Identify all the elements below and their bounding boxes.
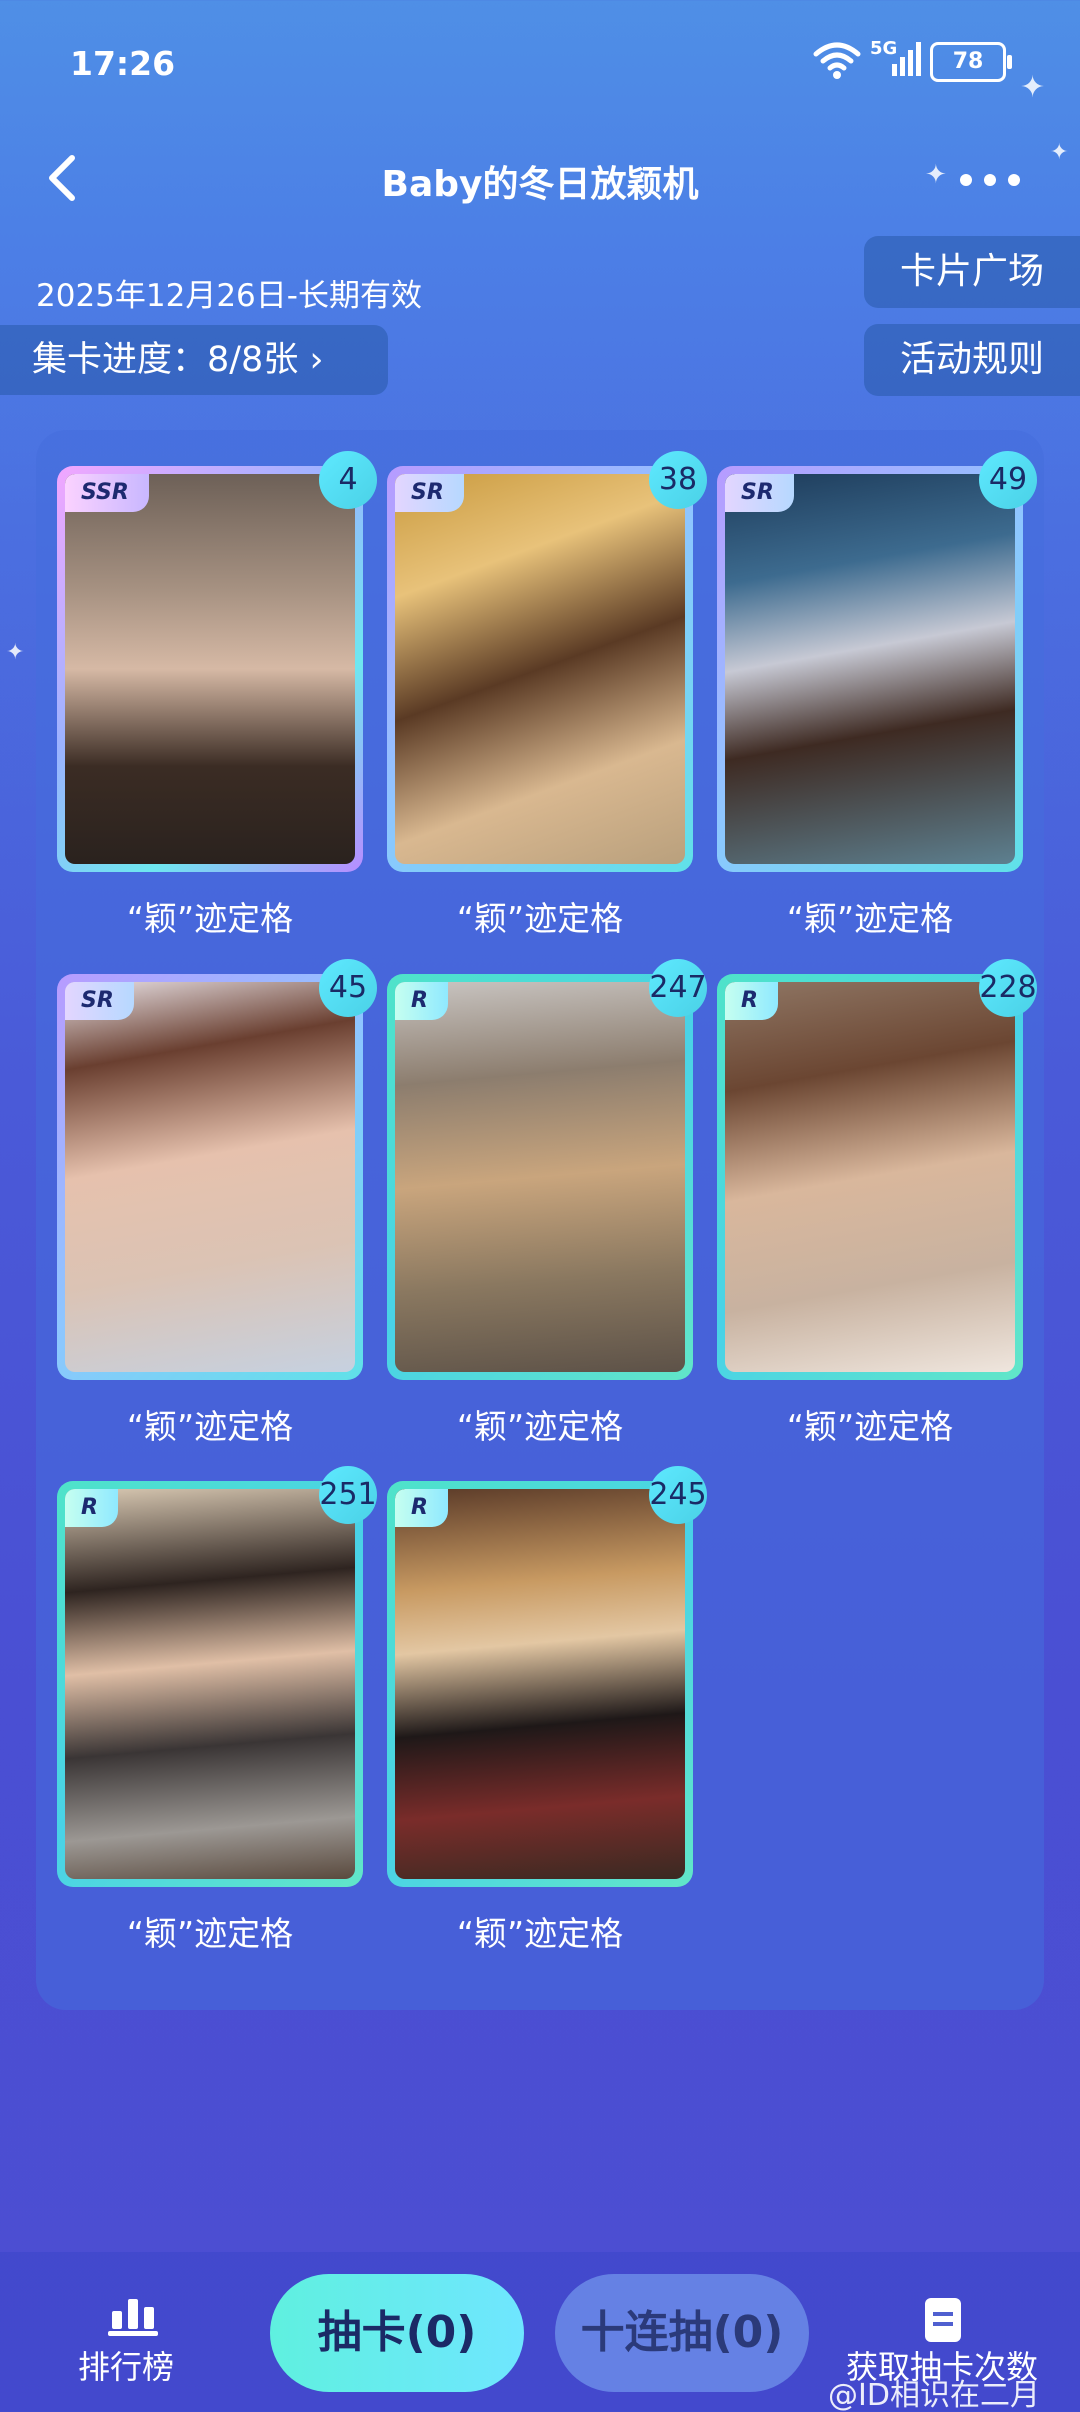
card-item[interactable]: R [717,974,1023,1380]
rarity-badge: R [395,1489,448,1527]
card-caption: “颖”迹定格 [456,1407,624,1446]
wifi-icon [813,42,861,79]
card-caption: “颖”迹定格 [126,1914,294,1953]
card-count-badge: 49 [979,451,1037,509]
watermark: @ID相识在二月 [828,2378,1040,2412]
card-photo: SR [395,474,685,864]
activity-rules-button[interactable]: 活动规则 [864,324,1080,396]
card-caption: “颖”迹定格 [456,899,624,938]
card-photo: SR [65,982,355,1372]
card-caption: “颖”迹定格 [126,899,294,938]
rarity-badge: SR [395,474,464,512]
card-count-badge: 245 [649,1466,707,1524]
rarity-badge: R [395,982,448,1020]
battery-icon: 78 [930,42,1012,82]
card-count-badge: 247 [649,959,707,1017]
card-square-button[interactable]: 卡片广场 [864,236,1080,308]
rarity-badge: SR [65,982,134,1020]
card-photo: SR [725,474,1015,864]
page-title: Baby的冬日放颖机 [381,164,699,205]
rarity-badge: R [65,1489,118,1527]
ranking-label[interactable]: 排行榜 [78,2342,174,2388]
card-caption: “颖”迹定格 [456,1914,624,1953]
card-photo: R [725,982,1015,1372]
rarity-badge: SSR [65,474,149,512]
card-item[interactable]: R [387,1481,693,1887]
card-count-badge: 251 [319,1466,377,1524]
status-bar: 17:26 5G 78 [0,0,1080,120]
rarity-badge: SR [725,474,794,512]
card-item[interactable]: R [387,974,693,1380]
card-count-badge: 4 [319,451,377,509]
date-range: 2025年12月26日-长期有效 [36,278,422,314]
card-count-badge: 228 [979,959,1037,1017]
card-photo: R [65,1489,355,1879]
ranking-icon[interactable] [108,2295,158,2337]
card-item[interactable]: SR [717,466,1023,872]
card-photo: R [395,982,685,1372]
document-icon[interactable] [925,2298,961,2342]
card-photo: SSR [65,474,355,864]
card-caption: “颖”迹定格 [786,899,954,938]
sparkle-decoration: ✦ [6,640,25,665]
collection-progress-link[interactable]: 集卡进度：8/8张 › [0,325,388,395]
card-item[interactable]: SR [57,974,363,1380]
signal-icon: 5G [870,38,922,82]
draw-one-button[interactable]: 抽卡(0) [270,2274,524,2392]
draw-ten-button[interactable]: 十连抽(0) [555,2274,809,2392]
card-count-badge: 45 [319,959,377,1017]
rarity-badge: R [725,982,778,1020]
card-item[interactable]: SR [387,466,693,872]
card-item[interactable]: SSR [57,466,363,872]
more-menu-icon[interactable] [960,160,1040,200]
card-photo: R [395,1489,685,1879]
card-count-badge: 38 [649,451,707,509]
card-caption: “颖”迹定格 [786,1407,954,1446]
card-caption: “颖”迹定格 [126,1407,294,1446]
card-item[interactable]: R [57,1481,363,1887]
status-time: 17:26 [70,44,176,83]
